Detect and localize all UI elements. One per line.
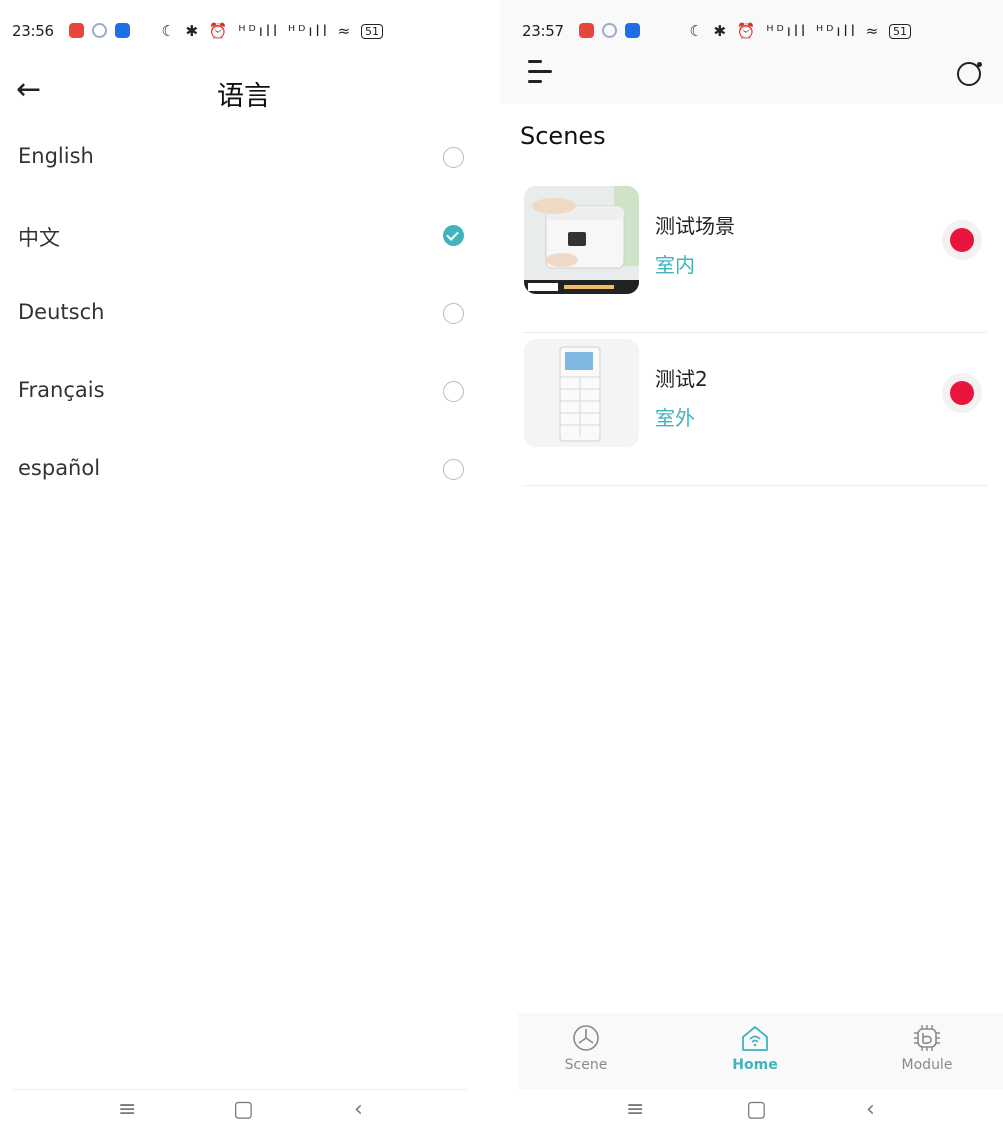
tab-home[interactable]: Home bbox=[695, 1023, 815, 1073]
chat-notification-icon bbox=[92, 23, 107, 38]
radio-button[interactable] bbox=[443, 381, 464, 402]
language-label: español bbox=[18, 456, 101, 480]
app-notification-icon bbox=[115, 23, 130, 38]
status-time: 23:56 bbox=[12, 22, 54, 40]
page-title: 语言 bbox=[217, 81, 271, 112]
battery-icon: 51 bbox=[361, 24, 383, 39]
status-bar: 23:57 ☾ ✱ ⏰ ᴴᴰıll ᴴᴰıll ≈ 51 bbox=[522, 22, 991, 44]
language-label: Deutsch bbox=[18, 300, 105, 324]
radio-button[interactable] bbox=[443, 459, 464, 480]
home-nav-icon[interactable]: ▢ bbox=[746, 1097, 767, 1122]
tab-module[interactable]: Module bbox=[867, 1023, 987, 1073]
system-nav-bar: ≡ ▢ ‹ bbox=[0, 1089, 480, 1131]
recents-menu-icon[interactable]: ≡ bbox=[118, 1097, 136, 1122]
language-label: 中文 bbox=[18, 226, 60, 250]
back-nav-icon[interactable]: ‹ bbox=[866, 1097, 875, 1122]
system-status-icons: ☾ ✱ ⏰ ᴴᴰıll ᴴᴰıll ≈ 51 bbox=[689, 22, 911, 40]
language-item-english[interactable]: English bbox=[0, 118, 480, 196]
module-icon bbox=[914, 1025, 940, 1051]
signal-icons: ☾ ✱ ⏰ ᴴᴰıll ᴴᴰıll ≈ bbox=[161, 22, 354, 40]
language-item-german[interactable]: Deutsch bbox=[0, 274, 480, 352]
status-bar: 23:56 ☾ ✱ ⏰ ᴴᴰıll ᴴᴰıll ≈ 51 bbox=[12, 22, 468, 44]
tab-scene[interactable]: Scene bbox=[526, 1023, 646, 1073]
scenes-screen: 23:57 ☾ ✱ ⏰ ᴴᴰıll ᴴᴰıll ≈ 51 Scenes 测试场景… bbox=[500, 0, 1003, 1131]
menu-icon[interactable] bbox=[528, 60, 556, 84]
app-notification-icon bbox=[579, 23, 594, 38]
app-header bbox=[500, 0, 1003, 104]
system-status-icons: ☾ ✱ ⏰ ᴴᴰıll ᴴᴰıll ≈ 51 bbox=[161, 22, 383, 40]
scene-status-indicator[interactable] bbox=[942, 220, 982, 260]
scene-name: 测试2 bbox=[655, 367, 708, 391]
language-item-chinese[interactable]: 中文 bbox=[0, 196, 480, 274]
battery-icon: 51 bbox=[889, 24, 911, 39]
scene-thumbnail bbox=[524, 339, 639, 447]
home-nav-icon[interactable]: ▢ bbox=[233, 1097, 254, 1122]
system-nav-bar: ≡ ▢ ‹ bbox=[500, 1089, 1003, 1131]
section-title: Scenes bbox=[520, 122, 606, 150]
radio-button-checked[interactable] bbox=[443, 225, 464, 246]
scene-location: 室内 bbox=[655, 253, 695, 277]
status-time: 23:57 bbox=[522, 22, 564, 40]
app-notification-icon bbox=[69, 23, 84, 38]
scene-card[interactable]: 测试2 室外 bbox=[522, 333, 988, 486]
recents-menu-icon[interactable]: ≡ bbox=[626, 1097, 644, 1122]
app-notification-icon bbox=[625, 23, 640, 38]
scene-list: 测试场景 室内 测试2 室外 bbox=[522, 180, 988, 486]
scene-icon bbox=[573, 1025, 599, 1051]
scene-location: 室外 bbox=[655, 406, 695, 430]
signal-icons: ☾ ✱ ⏰ ᴴᴰıll ᴴᴰıll ≈ bbox=[689, 22, 882, 40]
bottom-tab-bar: Scene Home Module bbox=[518, 1013, 1003, 1089]
language-item-spanish[interactable]: español bbox=[0, 430, 480, 508]
radio-button[interactable] bbox=[443, 147, 464, 168]
language-list: English 中文 Deutsch Français español bbox=[0, 118, 480, 508]
language-label: English bbox=[18, 144, 94, 168]
chat-notification-icon bbox=[602, 23, 617, 38]
language-screen: 23:56 ☾ ✱ ⏰ ᴴᴰıll ᴴᴰıll ≈ 51 ← 语言 Englis… bbox=[0, 0, 480, 1131]
status-app-icons bbox=[69, 23, 130, 38]
language-item-french[interactable]: Français bbox=[0, 352, 480, 430]
home-icon bbox=[742, 1026, 768, 1051]
back-nav-icon[interactable]: ‹ bbox=[354, 1097, 363, 1122]
tab-label: Module bbox=[901, 1057, 953, 1073]
scene-card[interactable]: 测试场景 室内 bbox=[522, 180, 988, 333]
language-label: Français bbox=[18, 378, 105, 402]
refresh-icon[interactable] bbox=[957, 59, 984, 86]
divider bbox=[12, 1089, 468, 1090]
radio-button[interactable] bbox=[443, 303, 464, 324]
status-app-icons bbox=[579, 23, 640, 38]
tab-label: Scene bbox=[564, 1057, 608, 1073]
scene-name: 测试场景 bbox=[655, 214, 735, 238]
tab-label: Home bbox=[732, 1057, 778, 1073]
scene-status-indicator[interactable] bbox=[942, 373, 982, 413]
scene-thumbnail bbox=[524, 186, 639, 294]
